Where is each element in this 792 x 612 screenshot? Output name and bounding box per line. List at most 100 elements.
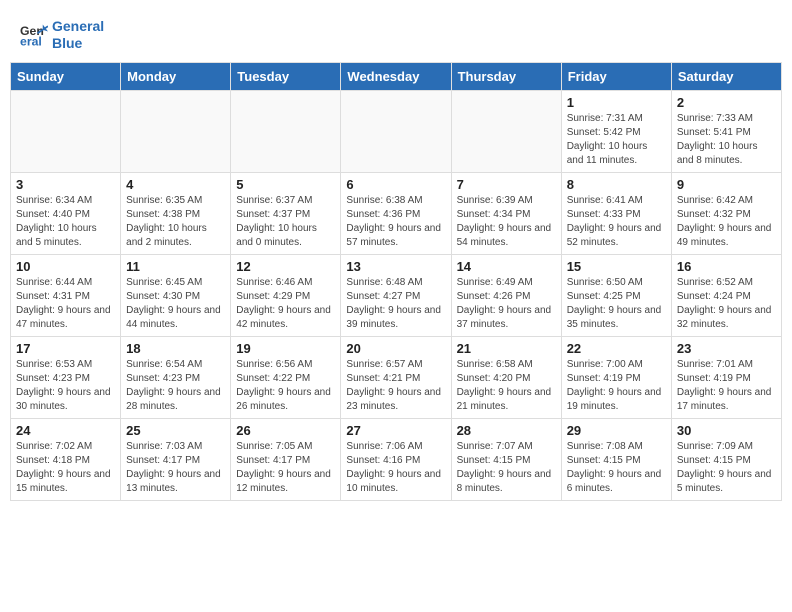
day-info: Sunrise: 7:08 AM Sunset: 4:15 PM Dayligh… <box>567 440 666 496</box>
calendar-cell: 28 Sunrise: 7:07 AM Sunset: 4:15 PM Dayli… <box>451 418 561 500</box>
calendar-cell: 13Sunrise: 6:48 AM Sunset: 4:27 PM Dayli… <box>341 254 451 336</box>
day-number: 2 <box>677 95 776 110</box>
day-number: 14 <box>457 259 556 274</box>
calendar-cell <box>11 90 121 172</box>
weekday-header-thursday: Thursday <box>451 62 561 90</box>
day-number: 12 <box>236 259 335 274</box>
calendar-cell <box>341 90 451 172</box>
calendar-week-5: 24 Sunrise: 7:02 AM Sunset: 4:18 PM Dayli… <box>11 418 782 500</box>
calendar-cell: 17 Sunrise: 6:53 AM Sunset: 4:23 PM Dayli… <box>11 336 121 418</box>
day-number: 7 <box>457 177 556 192</box>
day-number: 18 <box>126 341 225 356</box>
calendar-cell: 19 Sunrise: 6:56 AM Sunset: 4:22 PM Dayli… <box>231 336 341 418</box>
calendar-week-4: 17 Sunrise: 6:53 AM Sunset: 4:23 PM Dayli… <box>11 336 782 418</box>
weekday-header-sunday: Sunday <box>11 62 121 90</box>
day-number: 22 <box>567 341 666 356</box>
calendar-cell: 1Sunrise: 7:31 AM Sunset: 5:42 PM Daylig… <box>561 90 671 172</box>
day-number: 15 <box>567 259 666 274</box>
day-info: Sunrise: 6:57 AM Sunset: 4:21 PM Dayligh… <box>346 358 445 414</box>
day-number: 17 <box>16 341 115 356</box>
day-info: Sunrise: 6:53 AM Sunset: 4:23 PM Dayligh… <box>16 358 115 414</box>
day-info: Sunrise: 6:50 AM Sunset: 4:25 PM Dayligh… <box>567 276 666 332</box>
weekday-header-friday: Friday <box>561 62 671 90</box>
day-info: Sunrise: 7:02 AM Sunset: 4:18 PM Dayligh… <box>16 440 115 496</box>
calendar-cell: 2Sunrise: 7:33 AM Sunset: 5:41 PM Daylig… <box>671 90 781 172</box>
day-info: Sunrise: 6:45 AM Sunset: 4:30 PM Dayligh… <box>126 276 225 332</box>
calendar-wrapper: SundayMondayTuesdayWednesdayThursdayFrid… <box>0 62 792 511</box>
calendar-week-3: 10 Sunrise: 6:44 AM Sunset: 4:31 PM Dayli… <box>11 254 782 336</box>
svg-text:eral: eral <box>20 34 42 48</box>
calendar-cell: 5 Sunrise: 6:37 AM Sunset: 4:37 PM Daylig… <box>231 172 341 254</box>
calendar-cell: 25 Sunrise: 7:03 AM Sunset: 4:17 PM Dayli… <box>121 418 231 500</box>
day-info: Sunrise: 6:54 AM Sunset: 4:23 PM Dayligh… <box>126 358 225 414</box>
day-info: Sunrise: 6:34 AM Sunset: 4:40 PM Dayligh… <box>16 194 115 250</box>
day-info: Sunrise: 6:56 AM Sunset: 4:22 PM Dayligh… <box>236 358 335 414</box>
day-info: Sunrise: 7:31 AM Sunset: 5:42 PM Dayligh… <box>567 112 666 168</box>
calendar-cell: 12 Sunrise: 6:46 AM Sunset: 4:29 PM Dayli… <box>231 254 341 336</box>
day-info: Sunrise: 6:46 AM Sunset: 4:29 PM Dayligh… <box>236 276 335 332</box>
calendar-cell: 24 Sunrise: 7:02 AM Sunset: 4:18 PM Dayli… <box>11 418 121 500</box>
weekday-header-wednesday: Wednesday <box>341 62 451 90</box>
day-info: Sunrise: 7:05 AM Sunset: 4:17 PM Dayligh… <box>236 440 335 496</box>
day-number: 8 <box>567 177 666 192</box>
day-number: 13 <box>346 259 445 274</box>
day-info: Sunrise: 7:01 AM Sunset: 4:19 PM Dayligh… <box>677 358 776 414</box>
calendar-cell: 11 Sunrise: 6:45 AM Sunset: 4:30 PM Dayli… <box>121 254 231 336</box>
weekday-header-saturday: Saturday <box>671 62 781 90</box>
calendar-cell: 23 Sunrise: 7:01 AM Sunset: 4:19 PM Dayli… <box>671 336 781 418</box>
day-number: 21 <box>457 341 556 356</box>
calendar-cell: 22 Sunrise: 7:00 AM Sunset: 4:19 PM Dayli… <box>561 336 671 418</box>
calendar-cell <box>231 90 341 172</box>
page-header: Gen eral General Blue <box>0 0 792 62</box>
day-info: Sunrise: 6:44 AM Sunset: 4:31 PM Dayligh… <box>16 276 115 332</box>
logo: Gen eral General Blue <box>20 18 104 52</box>
calendar-table: SundayMondayTuesdayWednesdayThursdayFrid… <box>10 62 782 501</box>
calendar-body: 1Sunrise: 7:31 AM Sunset: 5:42 PM Daylig… <box>11 90 782 500</box>
day-number: 9 <box>677 177 776 192</box>
day-number: 23 <box>677 341 776 356</box>
calendar-cell: 7 Sunrise: 6:39 AM Sunset: 4:34 PM Daylig… <box>451 172 561 254</box>
weekday-header-row: SundayMondayTuesdayWednesdayThursdayFrid… <box>11 62 782 90</box>
day-info: Sunrise: 6:52 AM Sunset: 4:24 PM Dayligh… <box>677 276 776 332</box>
day-info: Sunrise: 6:58 AM Sunset: 4:20 PM Dayligh… <box>457 358 556 414</box>
day-number: 27 <box>346 423 445 438</box>
day-number: 4 <box>126 177 225 192</box>
day-number: 5 <box>236 177 335 192</box>
calendar-cell: 9 Sunrise: 6:42 AM Sunset: 4:32 PM Daylig… <box>671 172 781 254</box>
day-number: 11 <box>126 259 225 274</box>
day-info: Sunrise: 6:38 AM Sunset: 4:36 PM Dayligh… <box>346 194 445 250</box>
calendar-week-1: 1Sunrise: 7:31 AM Sunset: 5:42 PM Daylig… <box>11 90 782 172</box>
day-info: Sunrise: 7:07 AM Sunset: 4:15 PM Dayligh… <box>457 440 556 496</box>
day-info: Sunrise: 7:06 AM Sunset: 4:16 PM Dayligh… <box>346 440 445 496</box>
calendar-cell: 8 Sunrise: 6:41 AM Sunset: 4:33 PM Daylig… <box>561 172 671 254</box>
day-info: Sunrise: 6:42 AM Sunset: 4:32 PM Dayligh… <box>677 194 776 250</box>
day-info: Sunrise: 6:41 AM Sunset: 4:33 PM Dayligh… <box>567 194 666 250</box>
calendar-cell: 30Sunrise: 7:09 AM Sunset: 4:15 PM Dayli… <box>671 418 781 500</box>
day-number: 28 <box>457 423 556 438</box>
calendar-week-2: 3 Sunrise: 6:34 AM Sunset: 4:40 PM Daylig… <box>11 172 782 254</box>
day-number: 20 <box>346 341 445 356</box>
day-number: 24 <box>16 423 115 438</box>
day-info: Sunrise: 7:09 AM Sunset: 4:15 PM Dayligh… <box>677 440 776 496</box>
day-number: 19 <box>236 341 335 356</box>
day-number: 10 <box>16 259 115 274</box>
logo-text: General Blue <box>52 18 104 52</box>
calendar-cell: 3 Sunrise: 6:34 AM Sunset: 4:40 PM Daylig… <box>11 172 121 254</box>
day-number: 6 <box>346 177 445 192</box>
calendar-cell: 15 Sunrise: 6:50 AM Sunset: 4:25 PM Dayli… <box>561 254 671 336</box>
weekday-header-monday: Monday <box>121 62 231 90</box>
calendar-cell: 18 Sunrise: 6:54 AM Sunset: 4:23 PM Dayli… <box>121 336 231 418</box>
day-info: Sunrise: 6:39 AM Sunset: 4:34 PM Dayligh… <box>457 194 556 250</box>
calendar-header: SundayMondayTuesdayWednesdayThursdayFrid… <box>11 62 782 90</box>
calendar-cell <box>121 90 231 172</box>
calendar-cell: 29Sunrise: 7:08 AM Sunset: 4:15 PM Dayli… <box>561 418 671 500</box>
day-number: 3 <box>16 177 115 192</box>
day-info: Sunrise: 7:00 AM Sunset: 4:19 PM Dayligh… <box>567 358 666 414</box>
day-info: Sunrise: 6:37 AM Sunset: 4:37 PM Dayligh… <box>236 194 335 250</box>
calendar-cell: 26 Sunrise: 7:05 AM Sunset: 4:17 PM Dayli… <box>231 418 341 500</box>
calendar-cell: 14Sunrise: 6:49 AM Sunset: 4:26 PM Dayli… <box>451 254 561 336</box>
calendar-cell: 6 Sunrise: 6:38 AM Sunset: 4:36 PM Daylig… <box>341 172 451 254</box>
day-number: 26 <box>236 423 335 438</box>
day-info: Sunrise: 7:03 AM Sunset: 4:17 PM Dayligh… <box>126 440 225 496</box>
day-number: 25 <box>126 423 225 438</box>
